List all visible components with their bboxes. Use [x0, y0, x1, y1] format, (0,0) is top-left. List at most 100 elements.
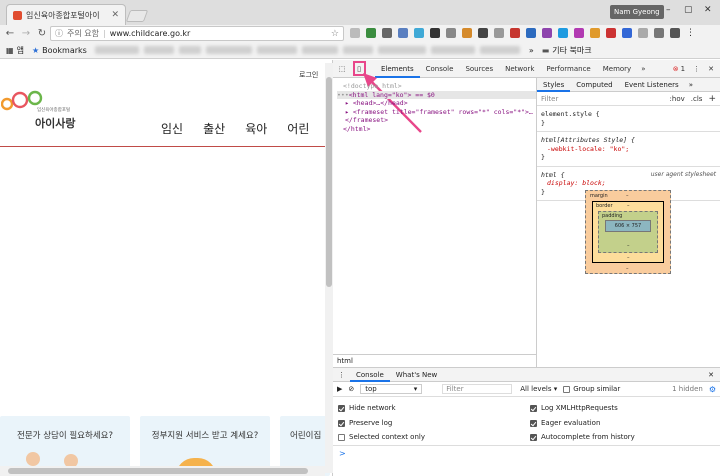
dom-node-frameset[interactable]: ▸ <frameset title="frameset" rows="*" co… — [337, 108, 536, 117]
option-eager-eval[interactable]: Eager evaluation — [530, 419, 600, 427]
extension-icon[interactable] — [638, 28, 648, 38]
extension-icon[interactable] — [382, 28, 392, 38]
login-link[interactable]: 로그인 — [299, 70, 318, 80]
checkbox[interactable] — [338, 419, 345, 427]
hov-toggle[interactable]: :hov — [670, 95, 685, 103]
rule-attributes-style[interactable]: html[Attributes Style] { -webkit-locale:… — [537, 132, 720, 167]
bookmark-item[interactable] — [301, 46, 338, 54]
bookmark-star-icon[interactable]: ☆ — [331, 29, 339, 39]
option-autocomplete[interactable]: Autocomplete from history — [530, 433, 635, 441]
browser-tab[interactable]: 임신육아종합포털아이 ✕ — [6, 4, 126, 25]
cls-toggle[interactable]: .cls — [691, 95, 703, 103]
menu-icon[interactable]: ⋮ — [686, 28, 695, 38]
bookmark-item[interactable] — [479, 46, 520, 54]
vertical-scrollbar[interactable] — [325, 63, 333, 473]
context-select[interactable]: top ▾ — [360, 384, 423, 394]
extension-icon[interactable] — [590, 28, 600, 38]
extension-icon[interactable] — [654, 28, 664, 38]
tab-sources[interactable]: Sources — [459, 60, 499, 78]
drawer-menu-icon[interactable]: ⋮ — [333, 371, 350, 379]
styles-filter-input[interactable]: Filter — [541, 95, 558, 103]
close-drawer-icon[interactable]: ✕ — [708, 371, 714, 379]
tab-console-drawer[interactable]: Console — [350, 368, 390, 382]
option-log-xhr[interactable]: Log XMLHttpRequests — [530, 404, 618, 412]
bookmarks-folder[interactable]: Bookmarks — [42, 46, 87, 55]
error-icon[interactable]: ⊗ — [673, 65, 679, 73]
bookmark-item[interactable] — [205, 46, 252, 54]
back-icon[interactable]: ← — [4, 28, 16, 39]
site-logo[interactable]: 임신육아종합포털 아이사랑 — [1, 90, 81, 130]
extension-icon[interactable] — [526, 28, 536, 38]
extension-icon[interactable] — [430, 28, 440, 38]
group-similar-checkbox[interactable] — [563, 385, 571, 393]
extension-icon[interactable] — [574, 28, 584, 38]
menu-item-pregnancy[interactable]: 임신 — [161, 120, 183, 137]
extension-icon[interactable] — [366, 28, 376, 38]
option-hide-network[interactable]: Hide network — [338, 404, 396, 412]
menu-item-daycare[interactable]: 어린 — [287, 120, 309, 137]
horizontal-scrollbar[interactable] — [0, 466, 325, 476]
dom-node-head[interactable]: ▸ <head>…</head> — [337, 99, 536, 108]
bookmark-item[interactable] — [377, 46, 426, 54]
checkbox[interactable] — [530, 433, 537, 441]
tab-styles[interactable]: Styles — [537, 78, 571, 92]
extension-icon[interactable] — [446, 28, 456, 38]
box-model[interactable]: margin – border – padding 606 × 757 – – … — [585, 190, 671, 274]
extension-icon[interactable] — [494, 28, 504, 38]
extension-icon[interactable] — [670, 28, 680, 38]
inspect-element-icon[interactable]: ⬚ — [333, 65, 351, 73]
option-preserve-log[interactable]: Preserve log — [338, 419, 392, 427]
reload-icon[interactable]: ↻ — [36, 28, 48, 39]
scrollbar-thumb[interactable] — [8, 468, 308, 474]
dom-tree[interactable]: <!doctype html> •••<html lang="ko"> == $… — [333, 78, 536, 354]
forward-icon[interactable]: → — [20, 28, 32, 39]
bookmark-item[interactable] — [342, 46, 373, 54]
dom-node-doctype[interactable]: <!doctype html> — [337, 82, 536, 91]
breadcrumb-item-html[interactable]: html — [337, 357, 353, 365]
new-tab-button[interactable] — [125, 10, 149, 22]
checkbox[interactable] — [338, 433, 345, 441]
checkbox[interactable] — [530, 419, 537, 427]
dom-node-html-selected[interactable]: •••<html lang="ko"> == $0 — [337, 90, 536, 99]
more-bookmarks-icon[interactable]: » — [529, 46, 534, 55]
profile-button[interactable]: Nam Gyeong — [610, 5, 664, 19]
console-prompt[interactable]: > — [339, 449, 346, 458]
devtools-menu-icon[interactable]: ⋮ — [693, 65, 700, 73]
tab-computed[interactable]: Computed — [570, 78, 618, 92]
menu-item-birth[interactable]: 출산 — [203, 120, 225, 137]
extension-icon[interactable] — [606, 28, 616, 38]
tab-event-listeners[interactable]: Event Listeners — [619, 78, 685, 92]
log-levels-select[interactable]: All levels ▾ — [520, 385, 557, 393]
tab-network[interactable]: Network — [499, 60, 540, 78]
extension-icon[interactable] — [478, 28, 488, 38]
option-selected-context[interactable]: Selected context only — [338, 433, 425, 441]
more-tabs-icon[interactable]: » — [641, 65, 645, 73]
extension-icon[interactable] — [558, 28, 568, 38]
bookmark-item[interactable] — [256, 46, 297, 54]
bookmark-item[interactable] — [94, 46, 139, 54]
extension-icon[interactable] — [462, 28, 472, 38]
minimize-icon[interactable]: – — [666, 5, 671, 15]
extension-icon[interactable] — [622, 28, 632, 38]
more-style-tabs-icon[interactable]: » — [689, 81, 693, 89]
close-devtools-icon[interactable]: ✕ — [708, 65, 714, 73]
console-settings-gear-icon[interactable]: ⚙ — [709, 385, 716, 394]
checkbox[interactable] — [530, 404, 537, 412]
dom-node-html-close[interactable]: </html> — [337, 125, 536, 134]
checkbox[interactable] — [338, 404, 345, 412]
sidebar-toggle-icon[interactable]: ▶ — [337, 385, 342, 393]
extension-icon[interactable] — [398, 28, 408, 38]
bookmark-item[interactable] — [178, 46, 201, 54]
extension-icon[interactable] — [350, 28, 360, 38]
apps-icon[interactable]: ▦ — [6, 46, 14, 55]
tab-whats-new[interactable]: What's New — [390, 368, 443, 382]
apps-label[interactable]: 앱 — [17, 45, 24, 56]
bookmark-item[interactable] — [143, 46, 174, 54]
dom-node-frameset-close[interactable]: </frameset> — [337, 116, 536, 125]
info-icon[interactable]: ⓘ — [55, 28, 63, 39]
extension-icon[interactable] — [542, 28, 552, 38]
other-bookmarks[interactable]: 기타 북마크 — [552, 45, 591, 56]
extension-icon[interactable] — [414, 28, 424, 38]
extension-icon[interactable] — [510, 28, 520, 38]
bookmark-item[interactable] — [430, 46, 475, 54]
